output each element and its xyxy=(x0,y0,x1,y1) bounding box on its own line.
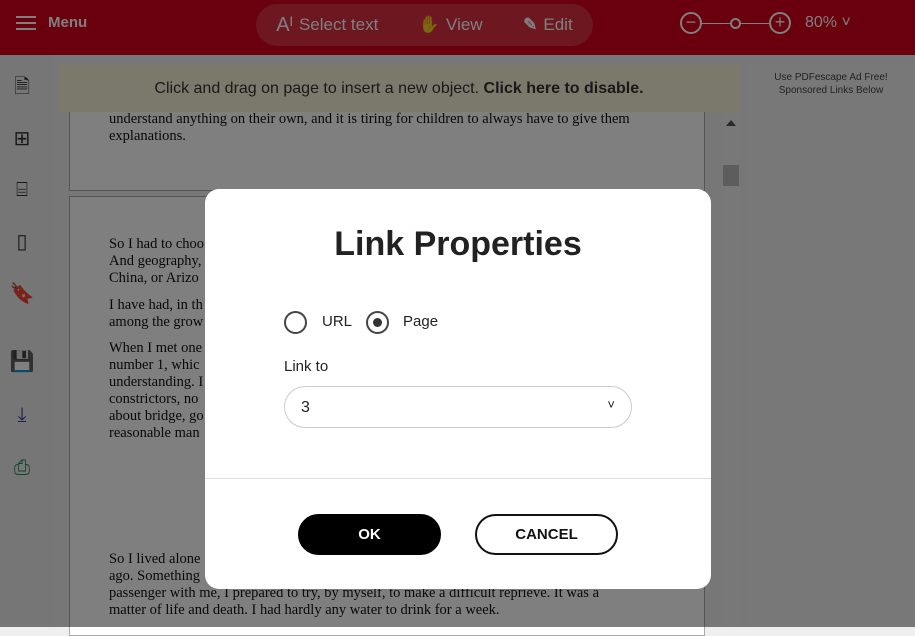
link-to-select[interactable]: 3 ˅ xyxy=(284,386,632,428)
divider xyxy=(205,478,711,479)
chevron-down-icon: ˅ xyxy=(607,397,615,412)
page-radio-label: Page xyxy=(403,313,439,330)
url-radio-label: URL xyxy=(322,313,353,330)
dialog-title: Link Properties xyxy=(334,225,582,263)
page-radio[interactable] xyxy=(366,311,389,334)
ok-button[interactable]: OK xyxy=(298,514,441,555)
url-radio[interactable] xyxy=(284,311,307,334)
link-properties-dialog: Link Properties URL Page Link to 3 ˅ OK C… xyxy=(205,189,711,589)
cancel-button[interactable]: CANCEL xyxy=(475,514,618,555)
link-to-label: Link to xyxy=(284,358,329,375)
selected-page: 3 xyxy=(301,399,310,416)
